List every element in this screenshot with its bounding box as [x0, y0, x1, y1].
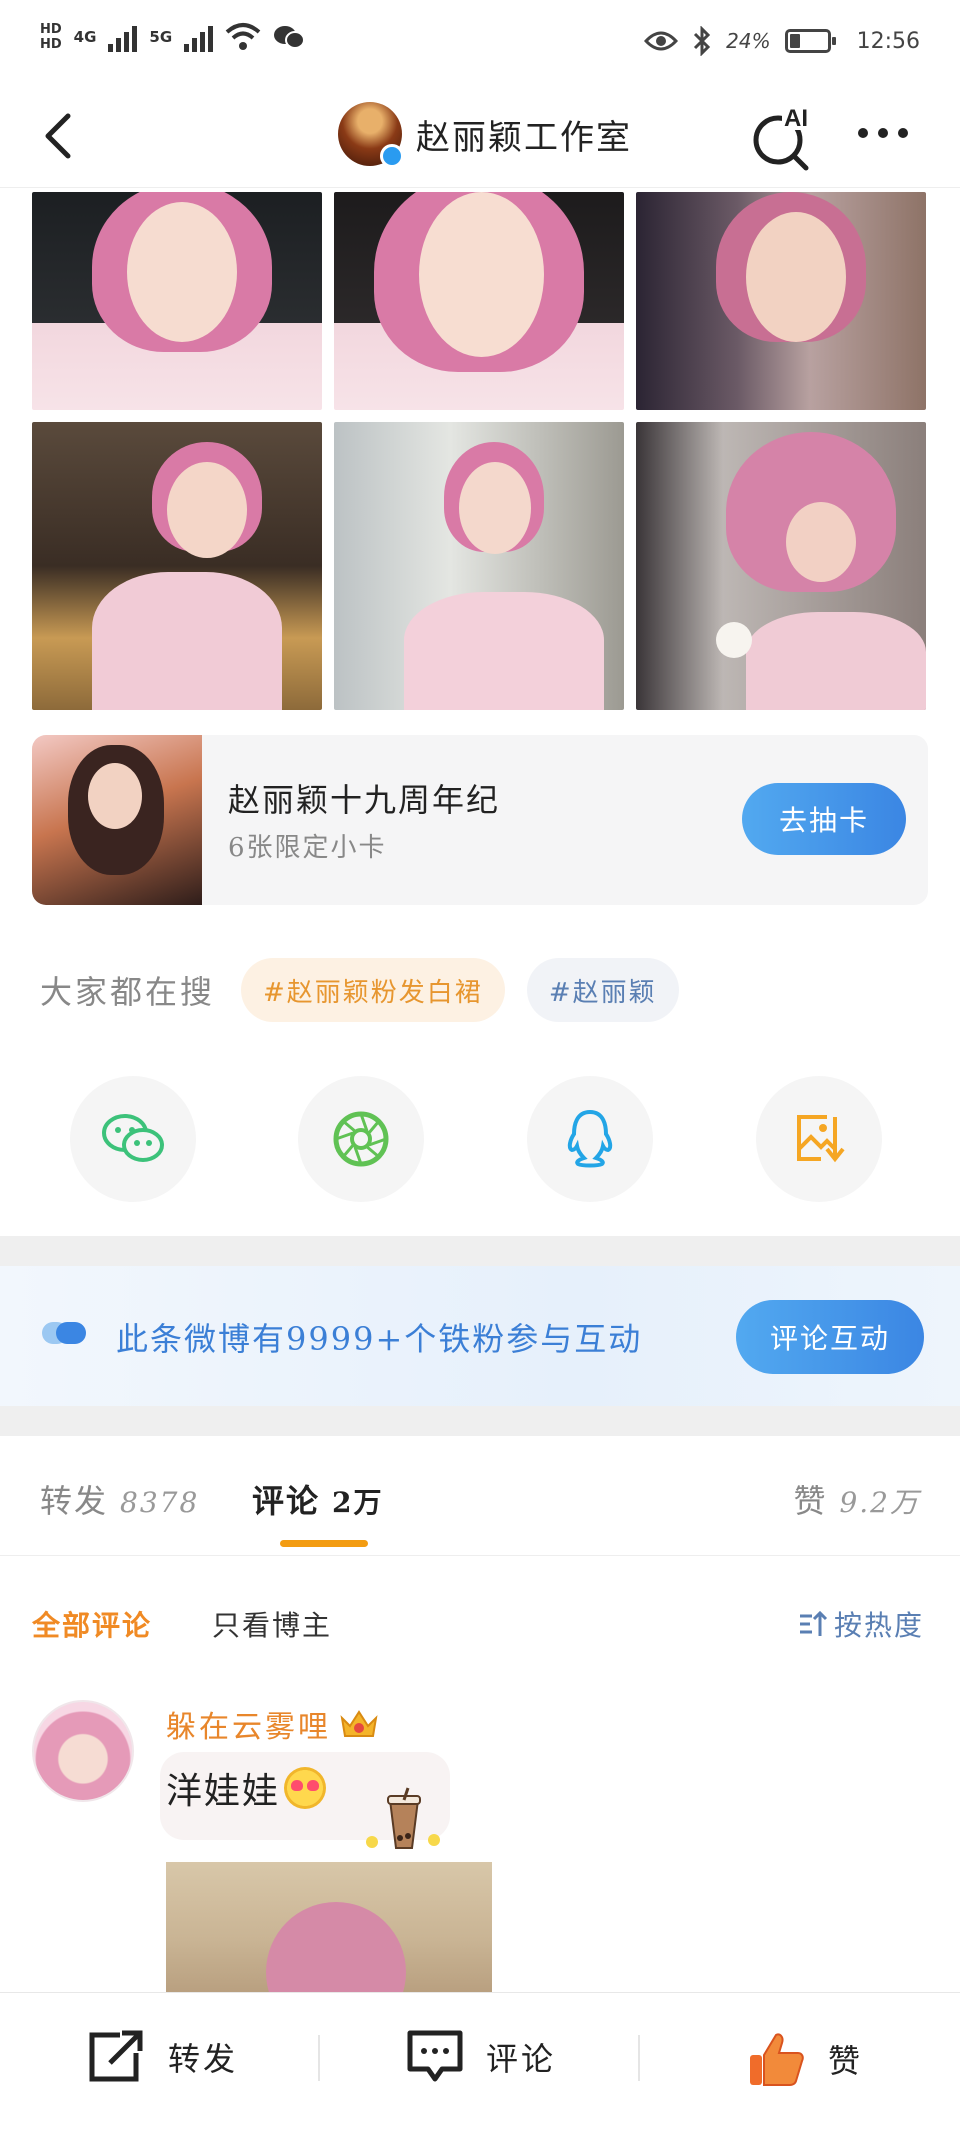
tab-repost-label: 转发	[40, 1482, 109, 1520]
promo-subtitle: 6张限定小卡	[228, 833, 387, 863]
wechat-status-icon	[274, 26, 306, 49]
top-nav-bar: 赵丽颖工作室 AI	[0, 88, 960, 188]
bluetooth-icon	[694, 26, 711, 56]
signal2-icon	[184, 22, 214, 52]
promo-image	[32, 735, 202, 905]
hot-search-label: 大家都在搜	[40, 973, 216, 1011]
wifi-icon	[225, 23, 261, 50]
comment-label: 评论	[486, 2040, 557, 2078]
tab-like-label: 赞	[793, 1482, 828, 1520]
fan-banner-text: 此条微博有9999+个铁粉参与互动	[116, 1320, 643, 1358]
bottom-action-bar: 转发 评论 赞	[0, 1992, 960, 2133]
commenter-name-row[interactable]: 躲在云雾哩	[166, 1702, 379, 1746]
bottom-separator-1	[318, 2035, 320, 2081]
tab-comment-count: 2万	[332, 1486, 384, 1519]
signal-icon	[108, 22, 138, 52]
network1-label: 4G	[73, 28, 97, 46]
comment-interact-button[interactable]: 评论互动	[736, 1300, 924, 1374]
repost-icon	[89, 2030, 143, 2082]
tab-repost-count: 8378	[120, 1486, 200, 1519]
comment-image[interactable]	[166, 1862, 492, 1992]
share-qq-button[interactable]	[527, 1076, 653, 1202]
sort-label: 按热度	[833, 1609, 924, 1642]
qq-icon	[567, 1109, 613, 1168]
status-bar: HD HD 4G 5G 24% 12:56	[0, 0, 960, 88]
account-header[interactable]: 赵丽颖工作室	[338, 102, 632, 168]
sort-by-hot[interactable]: 按热度	[798, 1604, 924, 1644]
network2-label: 5G	[149, 28, 173, 46]
fan-interaction-banner: 此条微博有9999+个铁粉参与互动 评论互动	[0, 1266, 960, 1406]
moments-icon	[333, 1111, 389, 1167]
repost-label: 转发	[168, 2040, 239, 2078]
hot-search-row: 大家都在搜 #赵丽颖粉发白裙 #赵丽颖	[40, 958, 679, 1022]
back-arrow-icon[interactable]	[36, 106, 86, 166]
bubble-tea-sticker-icon	[366, 1787, 440, 1849]
thumbs-up-icon	[750, 2033, 804, 2086]
photo-4[interactable]	[32, 422, 322, 710]
active-tab-indicator	[280, 1540, 368, 1547]
post-tabs: 转发 8378 评论 2万 赞 9.2万	[0, 1436, 960, 1556]
wechat-icon	[102, 1114, 164, 1162]
hd1-label: HD	[40, 22, 62, 37]
clock: 12:56	[856, 28, 920, 54]
account-name[interactable]: 赵丽颖工作室	[416, 110, 632, 159]
bottom-separator-2	[638, 2035, 640, 2081]
battery-icon	[784, 29, 836, 53]
share-wechat-button[interactable]	[70, 1076, 196, 1202]
tab-comment-label: 评论	[252, 1482, 321, 1520]
repost-button[interactable]: 转发	[86, 2029, 238, 2085]
comment-button[interactable]: 评论	[406, 2029, 556, 2085]
filter-all-comments[interactable]: 全部评论	[32, 1604, 152, 1644]
card-draw-promo[interactable]: 赵丽颖十九周年纪 6张限定小卡 去抽卡	[32, 735, 928, 905]
comment-text-row: 洋娃娃	[166, 1762, 327, 1814]
commenter-name[interactable]: 躲在云雾哩	[166, 1702, 331, 1746]
status-right: 24% 12:56	[644, 26, 920, 56]
comment-icon	[407, 2030, 463, 2082]
photo-1[interactable]	[32, 192, 322, 410]
account-avatar[interactable]	[338, 102, 404, 168]
heart-eyes-emoji-icon	[284, 1767, 327, 1809]
tab-like-count: 9.2万	[839, 1486, 920, 1519]
save-image-button[interactable]	[756, 1076, 882, 1202]
photo-3[interactable]	[636, 192, 926, 410]
hot-search-tag-1[interactable]: #赵丽颖粉发白裙	[241, 958, 505, 1022]
save-image-icon	[797, 1115, 845, 1163]
photo-2[interactable]	[334, 192, 624, 410]
like-button[interactable]: 赞	[746, 2029, 863, 2089]
hd2-label: HD	[40, 37, 62, 52]
photo-5[interactable]	[334, 422, 624, 710]
comment-text: 洋娃娃	[166, 1771, 281, 1812]
hot-search-tag-2[interactable]: #赵丽颖	[526, 958, 679, 1022]
tab-comment[interactable]: 评论 2万	[252, 1476, 384, 1522]
section-divider-2	[0, 1406, 960, 1436]
share-moments-button[interactable]	[298, 1076, 424, 1202]
comment-filter-row: 全部评论 只看博主 按热度	[0, 1596, 960, 1656]
promo-title: 赵丽颖十九周年纪	[228, 781, 501, 819]
ai-search-icon[interactable]: AI	[748, 100, 820, 172]
sort-icon	[799, 1610, 828, 1636]
tab-repost[interactable]: 转发 8378	[40, 1476, 199, 1522]
draw-card-button[interactable]: 去抽卡	[742, 783, 906, 855]
like-label: 赞	[828, 2042, 864, 2080]
section-divider	[0, 1236, 960, 1266]
verified-badge-icon	[380, 144, 404, 168]
hd-indicator: HD HD	[40, 22, 62, 52]
commenter-avatar[interactable]	[32, 1700, 134, 1802]
filter-blogger-only[interactable]: 只看博主	[212, 1604, 332, 1644]
photo-grid	[32, 192, 930, 710]
fan-crown-badge-icon	[340, 1710, 378, 1737]
eye-icon	[644, 31, 679, 51]
tab-like[interactable]: 赞 9.2万	[793, 1476, 920, 1522]
battery-percent: 24%	[726, 29, 771, 53]
photo-6[interactable]	[636, 422, 926, 710]
status-left: HD HD 4G 5G	[40, 22, 306, 52]
fans-icon	[42, 1322, 86, 1344]
ai-label: AI	[784, 105, 808, 132]
more-options-icon[interactable]	[858, 128, 908, 138]
